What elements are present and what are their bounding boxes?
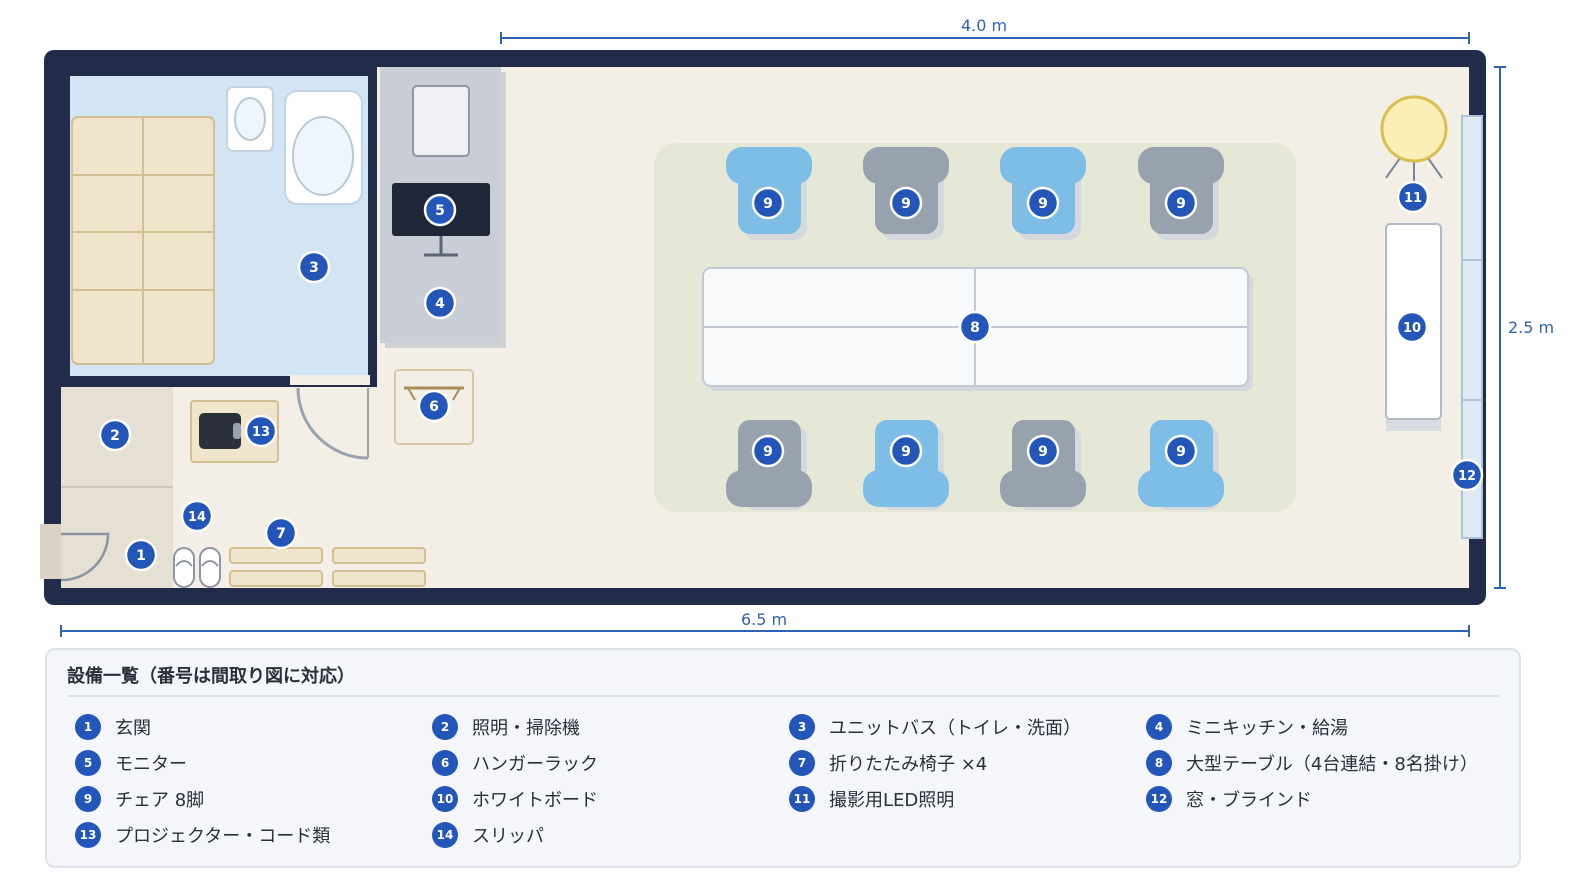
marker-number: 7 <box>276 526 286 542</box>
legend-number-badge: 13 <box>75 822 101 848</box>
legend-label: チェア 8脚 <box>115 790 205 811</box>
marker-number: 12 <box>1458 469 1476 484</box>
legend-number-badge: 12 <box>1146 786 1172 812</box>
legend-item: 5 モニター <box>75 749 187 777</box>
marker-11: 11 <box>1396 180 1430 214</box>
legend-label: 照明・掃除機 <box>472 718 580 739</box>
floor-plan: 4.0 m 2.5 m 6.5 m 123456789 9 9 99 9 9 9… <box>40 16 1554 637</box>
legend-label: 折りたたみ椅子 ×4 <box>829 754 988 775</box>
legend-number-badge: 14 <box>432 822 458 848</box>
marker-number: 10 <box>1403 321 1421 336</box>
marker-number: 9 <box>763 444 773 460</box>
marker-number: 9 <box>763 196 773 212</box>
marker-9: 9 <box>1164 434 1198 468</box>
legend-label: 撮影用LED照明 <box>829 790 955 811</box>
marker-13: 13 <box>244 414 278 448</box>
marker-number: 11 <box>1404 191 1422 206</box>
marker-number: 9 <box>1038 196 1048 212</box>
led-light-icon <box>1380 95 1448 182</box>
marker-7: 7 <box>264 516 298 550</box>
legend-item: 9 チェア 8脚 <box>75 785 204 813</box>
marker-number: 9 <box>1038 444 1048 460</box>
legend-number-badge: 3 <box>789 714 815 740</box>
unit-bath <box>61 67 377 387</box>
marker-number: 13 <box>252 425 270 440</box>
legend-list: 1 玄関 2 照明・掃除機 3 ユニットバス（トイレ・洗面） 4 ミニキッチン・給湯 5 モニター… <box>75 713 1505 861</box>
legend-label: ミニキッチン・給湯 <box>1186 718 1348 739</box>
marker-12: 12 <box>1450 458 1484 492</box>
marker-number: 1 <box>136 548 146 564</box>
marker-number: 5 <box>435 203 445 219</box>
legend-number-badge: 9 <box>75 786 101 812</box>
legend-number-badge: 1 <box>75 714 101 740</box>
inner-width-label: 4.0 m <box>961 16 1007 35</box>
entrance-door <box>40 524 61 579</box>
legend-number-badge: 4 <box>1146 714 1172 740</box>
height-label: 2.5 m <box>1508 318 1554 337</box>
marker-2: 2 <box>98 418 132 452</box>
marker-number: 8 <box>970 320 980 336</box>
marker-9: 9 <box>1164 186 1198 220</box>
legend-item: 4 ミニキッチン・給湯 <box>1146 713 1348 741</box>
legend-number-badge: 5 <box>75 750 101 776</box>
marker-6: 6 <box>417 389 451 423</box>
marker-4: 4 <box>423 286 457 320</box>
legend-panel: 設備一覧（番号は間取り図に対応） 1 玄関 2 照明・掃除機 3 ユニットバス（トイレ・洗… <box>45 648 1521 868</box>
legend-item: 8 大型テーブル（4台連結・8名掛け） <box>1146 749 1478 777</box>
marker-9: 9 <box>1026 186 1060 220</box>
entrance-area <box>61 487 173 588</box>
marker-9: 9 <box>751 434 785 468</box>
marker-9: 9 <box>889 434 923 468</box>
legend-label: ユニットバス（トイレ・洗面） <box>829 718 1081 739</box>
legend-label: プロジェクター・コード類 <box>115 826 331 847</box>
legend-item: 12 窓・ブラインド <box>1146 785 1312 813</box>
marker-9: 9 <box>889 186 923 220</box>
marker-9: 9 <box>751 186 785 220</box>
marker-number: 9 <box>901 444 911 460</box>
marker-number: 4 <box>435 296 445 312</box>
legend-number-badge: 2 <box>432 714 458 740</box>
legend-label: 玄関 <box>115 718 151 739</box>
legend-item: 6 ハンガーラック <box>432 749 598 777</box>
marker-number: 6 <box>429 399 439 415</box>
width-label: 6.5 m <box>741 610 787 629</box>
dimension-bottom: 6.5 m <box>60 610 1470 637</box>
legend-number-badge: 10 <box>432 786 458 812</box>
legend-label: ハンガーラック <box>472 754 598 775</box>
legend-label: モニター <box>115 754 187 775</box>
dimension-right: 2.5 m <box>1494 66 1554 589</box>
legend-number-badge: 7 <box>789 750 815 776</box>
marker-number: 14 <box>188 510 206 525</box>
marker-number: 3 <box>309 260 319 276</box>
marker-8: 8 <box>958 310 992 344</box>
legend-label: 窓・ブラインド <box>1186 790 1312 811</box>
marker-5: 5 <box>423 193 457 227</box>
legend-number-badge: 8 <box>1146 750 1172 776</box>
legend-divider <box>67 695 1499 697</box>
legend-title: 設備一覧（番号は間取り図に対応） <box>67 666 355 687</box>
marker-1: 1 <box>124 538 158 572</box>
legend-item: 3 ユニットバス（トイレ・洗面） <box>789 713 1081 741</box>
marker-14: 14 <box>180 499 214 533</box>
legend-item: 1 玄関 <box>75 713 151 741</box>
legend-number-badge: 6 <box>432 750 458 776</box>
legend-number-badge: 11 <box>789 786 815 812</box>
marker-number: 9 <box>901 196 911 212</box>
legend-item: 10 ホワイトボード <box>432 785 598 813</box>
legend-item: 11 撮影用LED照明 <box>789 785 954 813</box>
legend-label: ホワイトボード <box>472 790 598 811</box>
marker-3: 3 <box>297 250 331 284</box>
legend-item: 13 プロジェクター・コード類 <box>75 821 330 849</box>
legend-label: 大型テーブル（4台連結・8名掛け） <box>1186 754 1478 775</box>
dimension-top: 4.0 m <box>500 16 1470 44</box>
legend-item: 7 折りたたみ椅子 ×4 <box>789 749 987 777</box>
legend-item: 14 スリッパ <box>432 821 544 849</box>
marker-10: 10 <box>1395 310 1429 344</box>
marker-number: 9 <box>1176 444 1186 460</box>
marker-number: 9 <box>1176 196 1186 212</box>
marker-9: 9 <box>1026 434 1060 468</box>
marker-number: 2 <box>110 428 120 444</box>
legend-label: スリッパ <box>472 826 544 847</box>
legend-item: 2 照明・掃除機 <box>432 713 580 741</box>
